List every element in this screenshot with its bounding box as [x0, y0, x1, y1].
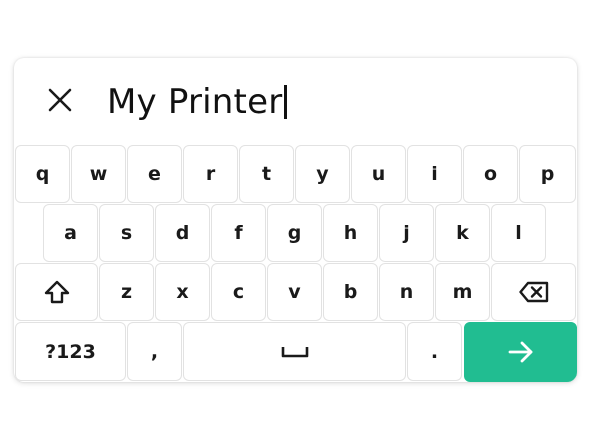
key-g[interactable]: g	[267, 204, 322, 262]
shift-key[interactable]	[15, 263, 98, 321]
key-o[interactable]: o	[463, 145, 518, 203]
key-v[interactable]: v	[267, 263, 322, 321]
shift-icon	[44, 280, 69, 304]
key-y[interactable]: y	[295, 145, 350, 203]
key-f[interactable]: f	[211, 204, 266, 262]
key-u[interactable]: u	[351, 145, 406, 203]
key-w[interactable]: w	[71, 145, 126, 203]
input-row: My Printer	[14, 58, 577, 144]
backspace-icon	[518, 281, 548, 303]
key-m[interactable]: m	[435, 263, 490, 321]
space-icon	[281, 346, 308, 357]
close-icon	[48, 88, 72, 112]
key-d[interactable]: d	[155, 204, 210, 262]
key-h[interactable]: h	[323, 204, 378, 262]
page: My Printer q w e r t y u i o p a s d f g…	[0, 0, 592, 444]
name-input[interactable]: My Printer	[107, 80, 288, 124]
key-t[interactable]: t	[239, 145, 294, 203]
comma-key[interactable]: ,	[127, 322, 182, 381]
enter-key[interactable]	[464, 322, 577, 382]
name-input-value: My Printer	[107, 82, 283, 122]
backspace-key[interactable]	[491, 263, 576, 321]
key-i[interactable]: i	[407, 145, 462, 203]
key-s[interactable]: s	[99, 204, 154, 262]
key-l[interactable]: l	[491, 204, 546, 262]
text-caret	[284, 85, 288, 119]
close-button[interactable]	[40, 80, 80, 120]
key-b[interactable]: b	[323, 263, 378, 321]
key-x[interactable]: x	[155, 263, 210, 321]
key-r[interactable]: r	[183, 145, 238, 203]
key-p[interactable]: p	[519, 145, 576, 203]
arrow-right-icon	[508, 341, 532, 363]
keyboard: q w e r t y u i o p a s d f g h j k l z …	[14, 144, 577, 382]
key-n[interactable]: n	[379, 263, 434, 321]
key-e[interactable]: e	[127, 145, 182, 203]
key-q[interactable]: q	[15, 145, 70, 203]
key-c[interactable]: c	[211, 263, 266, 321]
keyboard-panel: My Printer q w e r t y u i o p a s d f g…	[14, 58, 577, 382]
key-j[interactable]: j	[379, 204, 434, 262]
space-key[interactable]	[183, 322, 406, 381]
symbols-key[interactable]: ?123	[15, 322, 126, 381]
key-z[interactable]: z	[99, 263, 154, 321]
key-k[interactable]: k	[435, 204, 490, 262]
key-a[interactable]: a	[43, 204, 98, 262]
period-key[interactable]: .	[407, 322, 462, 381]
